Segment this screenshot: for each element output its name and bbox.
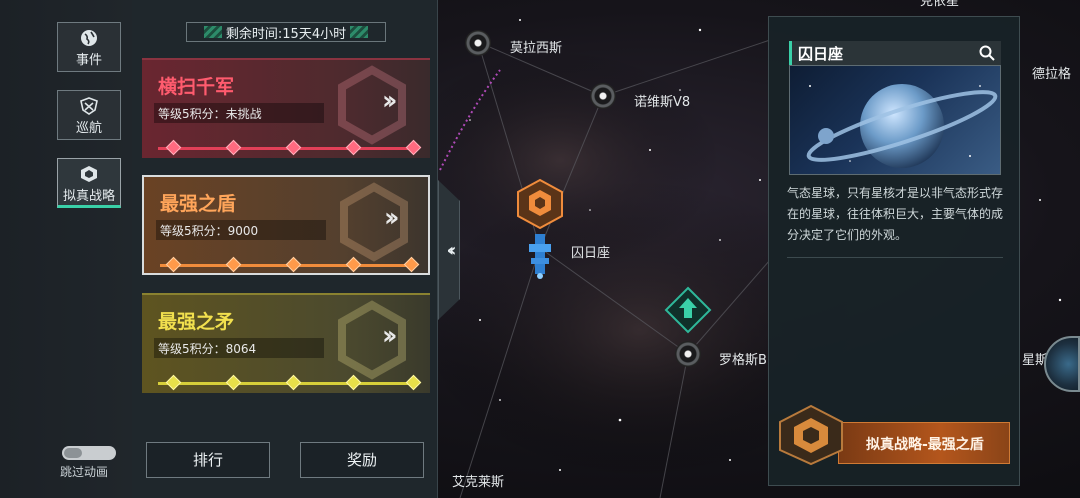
planet-label-molasius: 莫拉西斯	[510, 41, 563, 56]
card-hex-watermark	[338, 65, 406, 145]
nav-events-label: 事件	[75, 53, 102, 68]
planet-label-aikelais: 艾克莱斯	[452, 475, 505, 490]
strategy-hex-marker-icon[interactable]	[514, 178, 566, 230]
event-panel: 剩余时间:15天4小时 横扫千军 等级5积分：未挑战 ›› 最强之盾 等级5积分…	[132, 0, 438, 498]
planet-description: 气态星球，只有星核才是以非气态形式存在的星球，往往体积巨大，主要气体的成分决定了…	[787, 186, 1004, 242]
hex-emblem-icon	[81, 166, 97, 182]
event-card-sweep[interactable]: 横扫千军 等级5积分：未挑战 ››	[142, 58, 430, 158]
planet-label-delage: 德拉格	[1032, 67, 1072, 82]
diamond-icon	[165, 256, 182, 273]
nav-cruise-label: 巡航	[75, 121, 102, 136]
planet-node-luogesi[interactable]	[675, 341, 701, 367]
strategy-banner-button[interactable]: 拟真战略-最强之盾	[776, 404, 1012, 466]
diamond-icon	[225, 256, 242, 273]
hex-emblem-icon	[779, 404, 843, 466]
gas-giant-illustration	[806, 84, 998, 168]
card-hex-watermark	[338, 300, 406, 380]
collapse-panel-button[interactable]: ‹‹	[438, 180, 460, 320]
planet-label-top: 克依星	[920, 0, 960, 9]
chevron-left-icon: ‹‹	[446, 239, 457, 261]
diamond-icon	[225, 139, 242, 156]
nav-events-button[interactable]: 事件	[57, 22, 121, 72]
timer-stripe-right	[350, 26, 369, 38]
event-card-spear[interactable]: 最强之矛 等级5积分：8064 ››	[142, 293, 430, 393]
diamond-icon	[165, 374, 182, 391]
event-card-shield[interactable]: 最强之盾 等级5积分：9000 ››	[142, 175, 430, 275]
planet-label-luogesi: 罗格斯B	[719, 353, 767, 368]
chevron-right-icon: ››	[382, 86, 398, 116]
skip-animation-toggle[interactable]	[62, 446, 116, 460]
timer-text: 剩余时间:15天4小时	[225, 26, 347, 42]
diamond-icon	[285, 374, 302, 391]
diamond-icon	[285, 139, 302, 156]
search-icon[interactable]	[979, 45, 995, 61]
planet-label-nuoweis: 诺维斯V8	[634, 95, 691, 110]
reward-button-label: 奖励	[346, 451, 377, 469]
timer-stripe-left	[203, 26, 222, 38]
skip-animation-label: 跳过动画	[60, 465, 109, 479]
card-score: 等级5积分：8064	[154, 338, 324, 358]
chevron-right-icon: ››	[382, 321, 398, 351]
reward-button[interactable]: 奖励	[300, 442, 424, 478]
player-fleet-icon[interactable]	[524, 230, 556, 280]
shield-cross-icon	[80, 97, 98, 115]
nav-cruise-button[interactable]: 巡航	[57, 90, 121, 140]
diamond-icon	[405, 139, 422, 156]
remaining-time: 剩余时间:15天4小时	[186, 22, 386, 42]
rank-button[interactable]: 排行	[146, 442, 270, 478]
rank-button-label: 排行	[192, 451, 223, 469]
planet-title: 囚日座	[789, 41, 1001, 65]
planet-node-molasius[interactable]	[465, 30, 491, 56]
card-score: 等级5积分：9000	[156, 220, 326, 240]
banner-label: 拟真战略-最强之盾	[866, 437, 984, 453]
diamond-icon	[165, 139, 182, 156]
diamond-icon	[225, 374, 242, 391]
info-divider	[787, 257, 1003, 258]
card-title: 横扫千军	[158, 76, 235, 98]
chevron-right-icon: ››	[384, 203, 400, 233]
planet-node-nuoweis[interactable]	[590, 83, 616, 109]
planet-image	[789, 65, 1001, 175]
left-nav: 事件 巡航 拟真战略 跳过动画	[0, 0, 132, 498]
toggle-knob	[64, 448, 82, 458]
planet-label-qiurizuo: 囚日座	[571, 246, 611, 261]
diamond-icon	[405, 374, 422, 391]
teal-emblem-marker-icon[interactable]	[664, 286, 712, 334]
card-title: 最强之矛	[158, 311, 235, 333]
diamond-icon	[285, 256, 302, 273]
card-score: 等级5积分：未挑战	[154, 103, 324, 123]
nav-strategy-label: 拟真战略	[62, 189, 115, 204]
card-title: 最强之盾	[160, 193, 237, 215]
globe-icon	[81, 30, 97, 46]
nav-strategy-button[interactable]: 拟真战略	[57, 158, 121, 208]
